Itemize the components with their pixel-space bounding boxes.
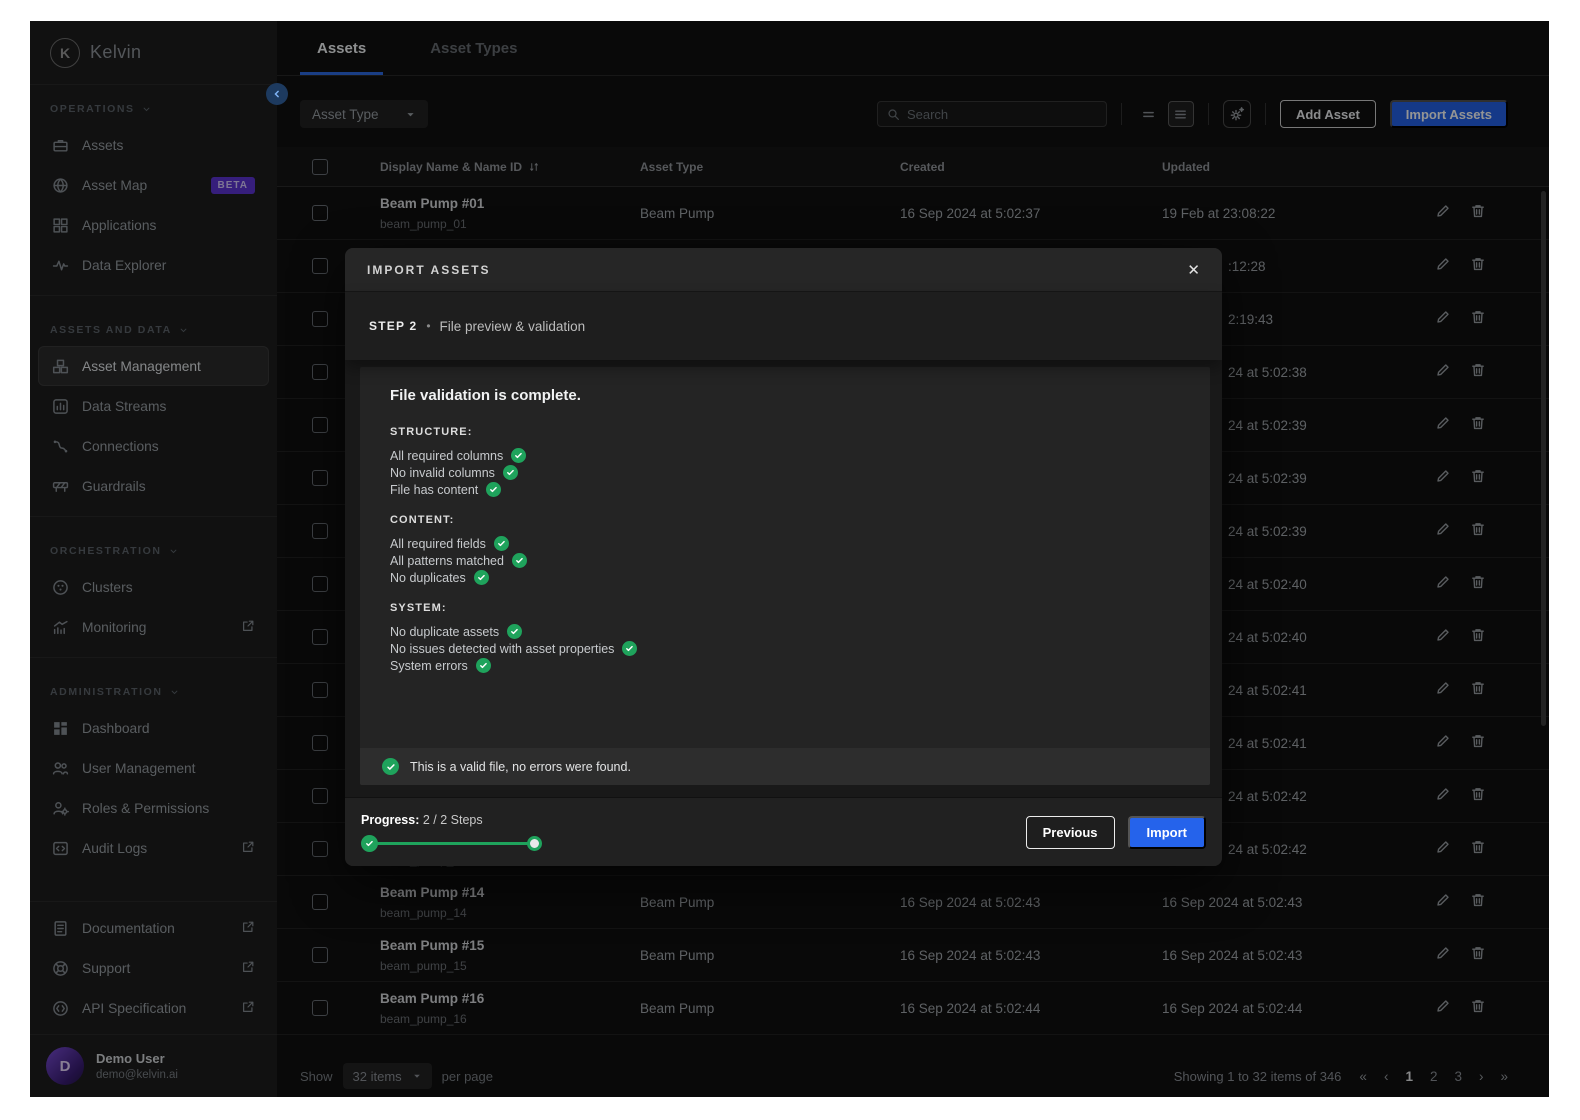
validation-group-label: CONTENT: [390, 514, 1210, 526]
check-icon [507, 624, 522, 639]
step-label: STEP 2 [369, 319, 417, 333]
progress-text: Progress: 2 / 2 Steps [361, 813, 551, 827]
validation-check: No invalid columns [390, 464, 1210, 481]
modal-footer: Progress: 2 / 2 Steps Previous Import [345, 797, 1222, 866]
validation-check: All patterns matched [390, 552, 1210, 569]
check-icon [476, 658, 491, 673]
validation-heading: File validation is complete. [390, 387, 1210, 404]
check-icon [382, 758, 399, 775]
modal-body: File validation is complete. STRUCTURE: A… [345, 360, 1222, 797]
progress-value: 2 / 2 Steps [423, 813, 483, 827]
modal-title: IMPORT ASSETS [367, 263, 491, 277]
import-button[interactable]: Import [1128, 816, 1206, 849]
previous-button[interactable]: Previous [1026, 816, 1115, 849]
validation-groups: STRUCTURE: All required columnsNo invalid… [390, 426, 1210, 674]
check-icon [622, 641, 637, 656]
progress-start-check-icon [361, 835, 378, 852]
progress-track [369, 842, 535, 845]
modal-header: IMPORT ASSETS ✕ [345, 248, 1222, 292]
validation-check: File has content [390, 481, 1210, 498]
validation-check: No duplicate assets [390, 623, 1210, 640]
import-assets-modal: IMPORT ASSETS ✕ STEP 2 • File preview & … [345, 248, 1222, 866]
progress-label: Progress: [361, 813, 419, 827]
progress-slider [361, 835, 551, 852]
validation-check: System errors [390, 657, 1210, 674]
check-icon [474, 570, 489, 585]
validation-check: No duplicates [390, 569, 1210, 586]
app-frame: K Kelvin OPERATIONS Assets Asset Map BET… [30, 21, 1549, 1097]
modal-step-bar: STEP 2 • File preview & validation [345, 292, 1222, 360]
validation-check: All required columns [390, 447, 1210, 464]
valid-file-note: This is a valid file, no errors were fou… [360, 748, 1210, 785]
step-separator: • [426, 319, 430, 333]
close-icon[interactable]: ✕ [1187, 261, 1200, 279]
check-icon [512, 553, 527, 568]
step-description: File preview & validation [440, 319, 586, 334]
sidebar-collapse-button[interactable] [266, 83, 288, 105]
validation-panel: File validation is complete. STRUCTURE: A… [360, 367, 1210, 785]
validation-check: No issues detected with asset properties [390, 640, 1210, 657]
check-icon [486, 482, 501, 497]
validation-group-label: STRUCTURE: [390, 426, 1210, 438]
check-icon [503, 465, 518, 480]
chevron-left-icon [271, 88, 283, 100]
validation-group-label: SYSTEM: [390, 602, 1210, 614]
validation-check: All required fields [390, 535, 1210, 552]
check-icon [494, 536, 509, 551]
check-icon [511, 448, 526, 463]
progress-thumb[interactable] [527, 836, 542, 851]
